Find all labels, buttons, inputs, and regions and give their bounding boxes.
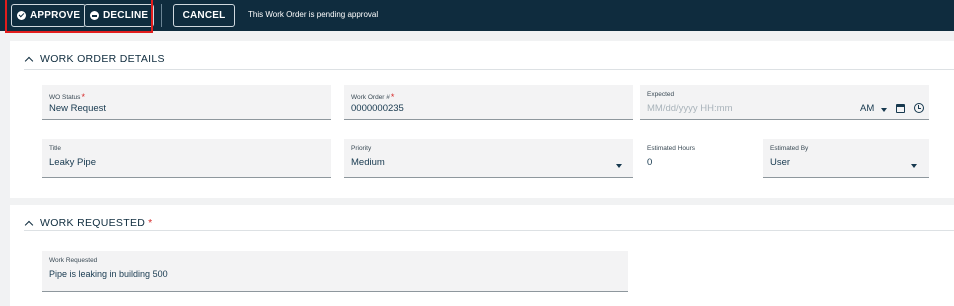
priority-select[interactable]: Priority Medium xyxy=(344,139,633,178)
estimated-hours-value: 0 xyxy=(647,157,653,168)
estimated-hours-label: Estimated Hours xyxy=(647,145,696,152)
work-requested-field[interactable]: Work Requested Pipe is leaking in buildi… xyxy=(42,251,628,292)
wo-status-field[interactable]: WO Status* New Request xyxy=(42,85,331,120)
title-value: Leaky Pipe xyxy=(49,157,97,168)
work-order-number-value: 0000000235 xyxy=(351,103,404,114)
estimated-hours-field[interactable]: Estimated Hours 0 xyxy=(640,139,750,178)
cancel-label: CANCEL xyxy=(182,10,226,21)
expected-datetime-field[interactable]: Expected MM/dd/yyyy HH:mm AM xyxy=(640,85,929,120)
title-field[interactable]: Title Leaky Pipe xyxy=(42,139,331,178)
work-order-number-field[interactable]: Work Order #* 0000000235 xyxy=(344,85,633,120)
section-title: WORK REQUESTED xyxy=(40,217,146,229)
work-requested-value: Pipe is leaking in building 500 xyxy=(49,269,168,279)
priority-value: Medium xyxy=(351,157,385,168)
ampm-select[interactable]: AM xyxy=(860,103,887,114)
title-label: Title xyxy=(49,145,62,152)
required-star: * xyxy=(81,92,85,102)
cancel-button[interactable]: CANCEL xyxy=(173,4,235,27)
section-divider xyxy=(24,69,954,70)
work-order-number-label-text: Work Order # xyxy=(351,94,390,101)
ampm-value: AM xyxy=(860,103,875,114)
caret-down-icon xyxy=(911,164,917,168)
section-divider xyxy=(24,230,954,231)
expected-label: Expected xyxy=(647,91,675,98)
clock-icon[interactable] xyxy=(914,103,924,113)
estimated-by-value: User xyxy=(770,157,791,168)
chevron-up-icon xyxy=(24,220,34,229)
wo-status-value: New Request xyxy=(49,103,107,114)
work-order-details-card: WORK ORDER DETAILS WO Status* New Reques… xyxy=(10,41,954,198)
caret-down-icon xyxy=(616,164,622,168)
work-order-details-toggle[interactable]: WORK ORDER DETAILS xyxy=(24,53,165,65)
work-requested-label: Work Requested xyxy=(49,257,98,264)
work-requested-card: WORK REQUESTED * Work Requested Pipe is … xyxy=(10,205,954,306)
approve-decline-highlight xyxy=(5,0,153,33)
estimated-by-select[interactable]: Estimated By User xyxy=(763,139,929,178)
section-title: WORK ORDER DETAILS xyxy=(40,53,165,65)
chevron-up-icon xyxy=(24,56,34,65)
work-requested-toggle[interactable]: WORK REQUESTED * xyxy=(24,217,153,229)
expected-placeholder: MM/dd/yyyy HH:mm xyxy=(647,103,733,114)
priority-label: Priority xyxy=(351,145,372,152)
wo-status-label-text: WO Status xyxy=(49,94,81,101)
calendar-icon[interactable] xyxy=(896,104,905,113)
work-order-number-label: Work Order #* xyxy=(351,91,395,102)
required-star: * xyxy=(148,217,153,229)
pending-approval-message: This Work Order is pending approval xyxy=(248,10,379,19)
toolbar-divider xyxy=(161,4,162,27)
required-star: * xyxy=(390,92,395,102)
wo-status-label: WO Status* xyxy=(49,91,85,102)
caret-down-icon xyxy=(881,108,887,112)
estimated-by-label: Estimated By xyxy=(770,145,809,152)
